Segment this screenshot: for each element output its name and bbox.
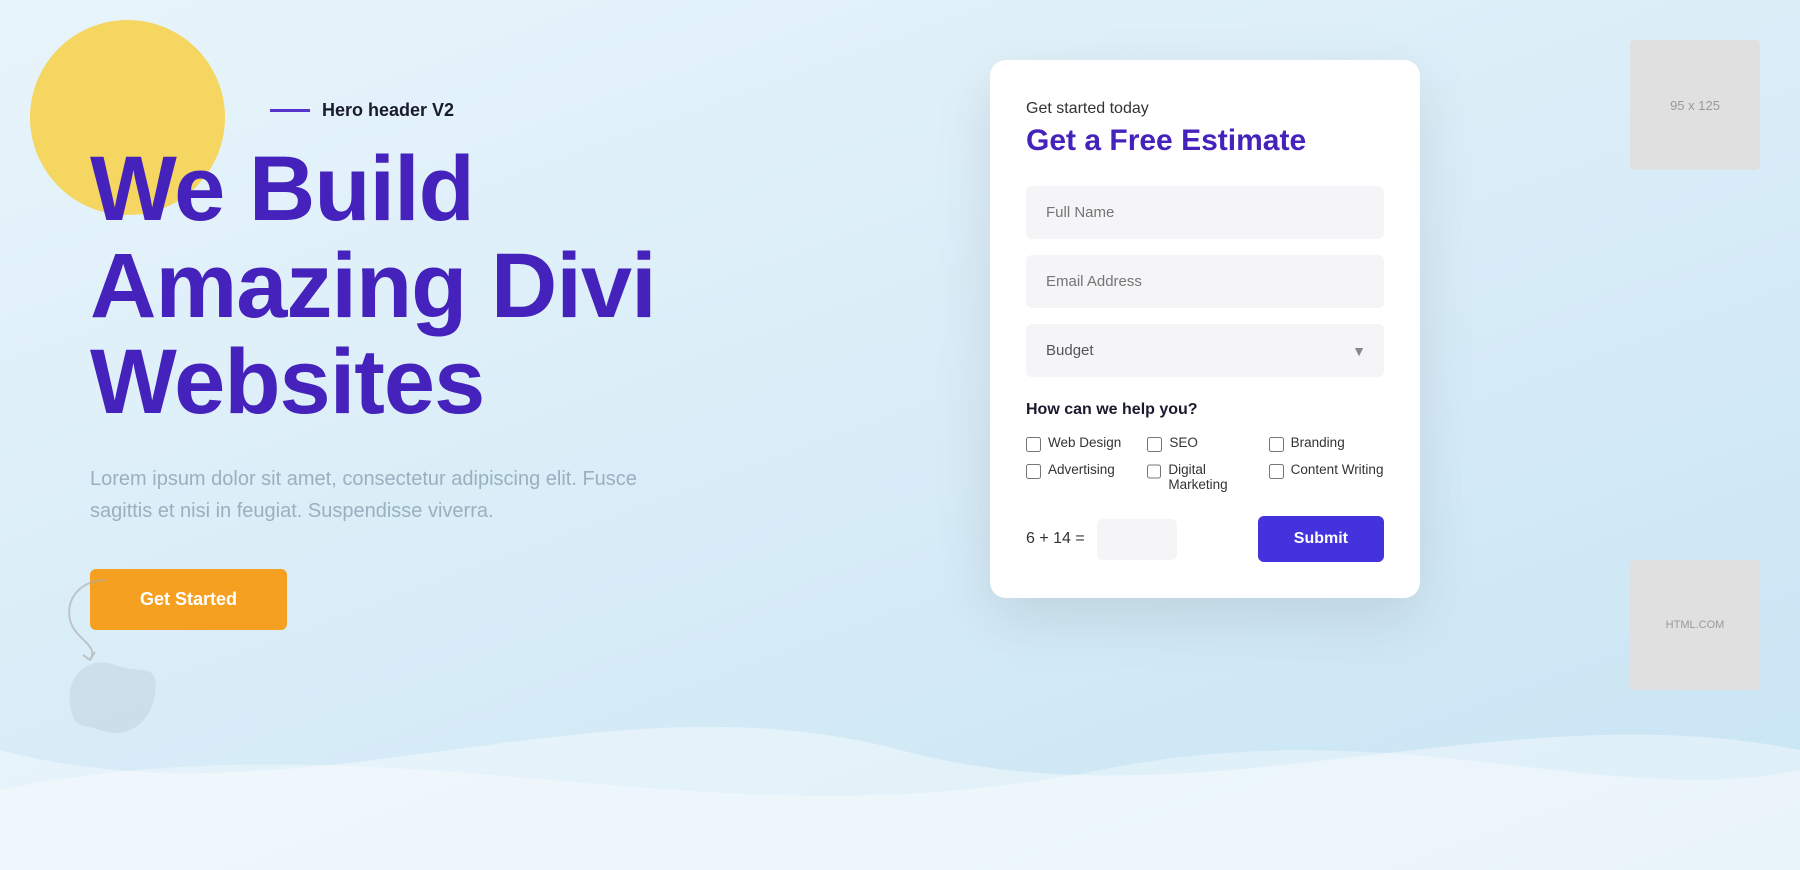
- form-subtitle: Get started today: [1026, 100, 1384, 118]
- checkbox-web-design-label: Web Design: [1048, 435, 1121, 450]
- checkbox-branding-label: Branding: [1291, 435, 1345, 450]
- services-checkboxes: Web Design SEO Branding Advertising Digi…: [1026, 435, 1384, 492]
- right-image-top: 95 x 125: [1630, 40, 1760, 170]
- email-input[interactable]: [1026, 255, 1384, 308]
- checkbox-advertising[interactable]: Advertising: [1026, 462, 1141, 492]
- budget-select-wrapper: Budget Under $1,000 $1,000 - $5,000 $5,0…: [1026, 324, 1384, 377]
- checkbox-digital-marketing-input[interactable]: [1147, 464, 1161, 479]
- checkbox-branding[interactable]: Branding: [1269, 435, 1384, 452]
- form-panel: Get started today Get a Free Estimate Bu…: [990, 60, 1420, 598]
- captcha-input[interactable]: [1097, 519, 1177, 560]
- form-title: Get a Free Estimate: [1026, 124, 1384, 158]
- checkbox-content-writing-label: Content Writing: [1291, 462, 1384, 477]
- checkbox-digital-marketing-label: Digital Marketing: [1168, 462, 1262, 492]
- checkbox-seo-label: SEO: [1169, 435, 1198, 450]
- checkbox-seo[interactable]: SEO: [1147, 435, 1262, 452]
- header-label-text: Hero header V2: [322, 100, 454, 121]
- full-name-input[interactable]: [1026, 186, 1384, 239]
- hero-description: Lorem ipsum dolor sit amet, consectetur …: [90, 463, 650, 527]
- right-image-bottom: HTML.COM: [1630, 560, 1760, 690]
- hero-section: Hero header V2 We Build Amazing Divi Web…: [0, 0, 960, 870]
- header-label-row: Hero header V2: [270, 100, 880, 121]
- hero-title: We Build Amazing Divi Websites: [90, 141, 880, 431]
- header-line-decoration: [270, 109, 310, 112]
- checkbox-seo-input[interactable]: [1147, 437, 1162, 452]
- help-label: How can we help you?: [1026, 401, 1384, 419]
- submit-button[interactable]: Submit: [1258, 516, 1384, 562]
- checkbox-advertising-input[interactable]: [1026, 464, 1041, 479]
- checkbox-web-design[interactable]: Web Design: [1026, 435, 1141, 452]
- checkbox-digital-marketing[interactable]: Digital Marketing: [1147, 462, 1262, 492]
- checkbox-content-writing-input[interactable]: [1269, 464, 1284, 479]
- checkbox-web-design-input[interactable]: [1026, 437, 1041, 452]
- captcha-row: 6 + 14 = Submit: [1026, 516, 1384, 562]
- page-wrapper: Hero header V2 We Build Amazing Divi Web…: [0, 0, 1800, 870]
- checkbox-advertising-label: Advertising: [1048, 462, 1115, 477]
- checkbox-content-writing[interactable]: Content Writing: [1269, 462, 1384, 492]
- blob-decoration: [60, 645, 170, 750]
- checkbox-branding-input[interactable]: [1269, 437, 1284, 452]
- captcha-equation: 6 + 14 =: [1026, 530, 1085, 548]
- budget-select[interactable]: Budget Under $1,000 $1,000 - $5,000 $5,0…: [1026, 324, 1384, 377]
